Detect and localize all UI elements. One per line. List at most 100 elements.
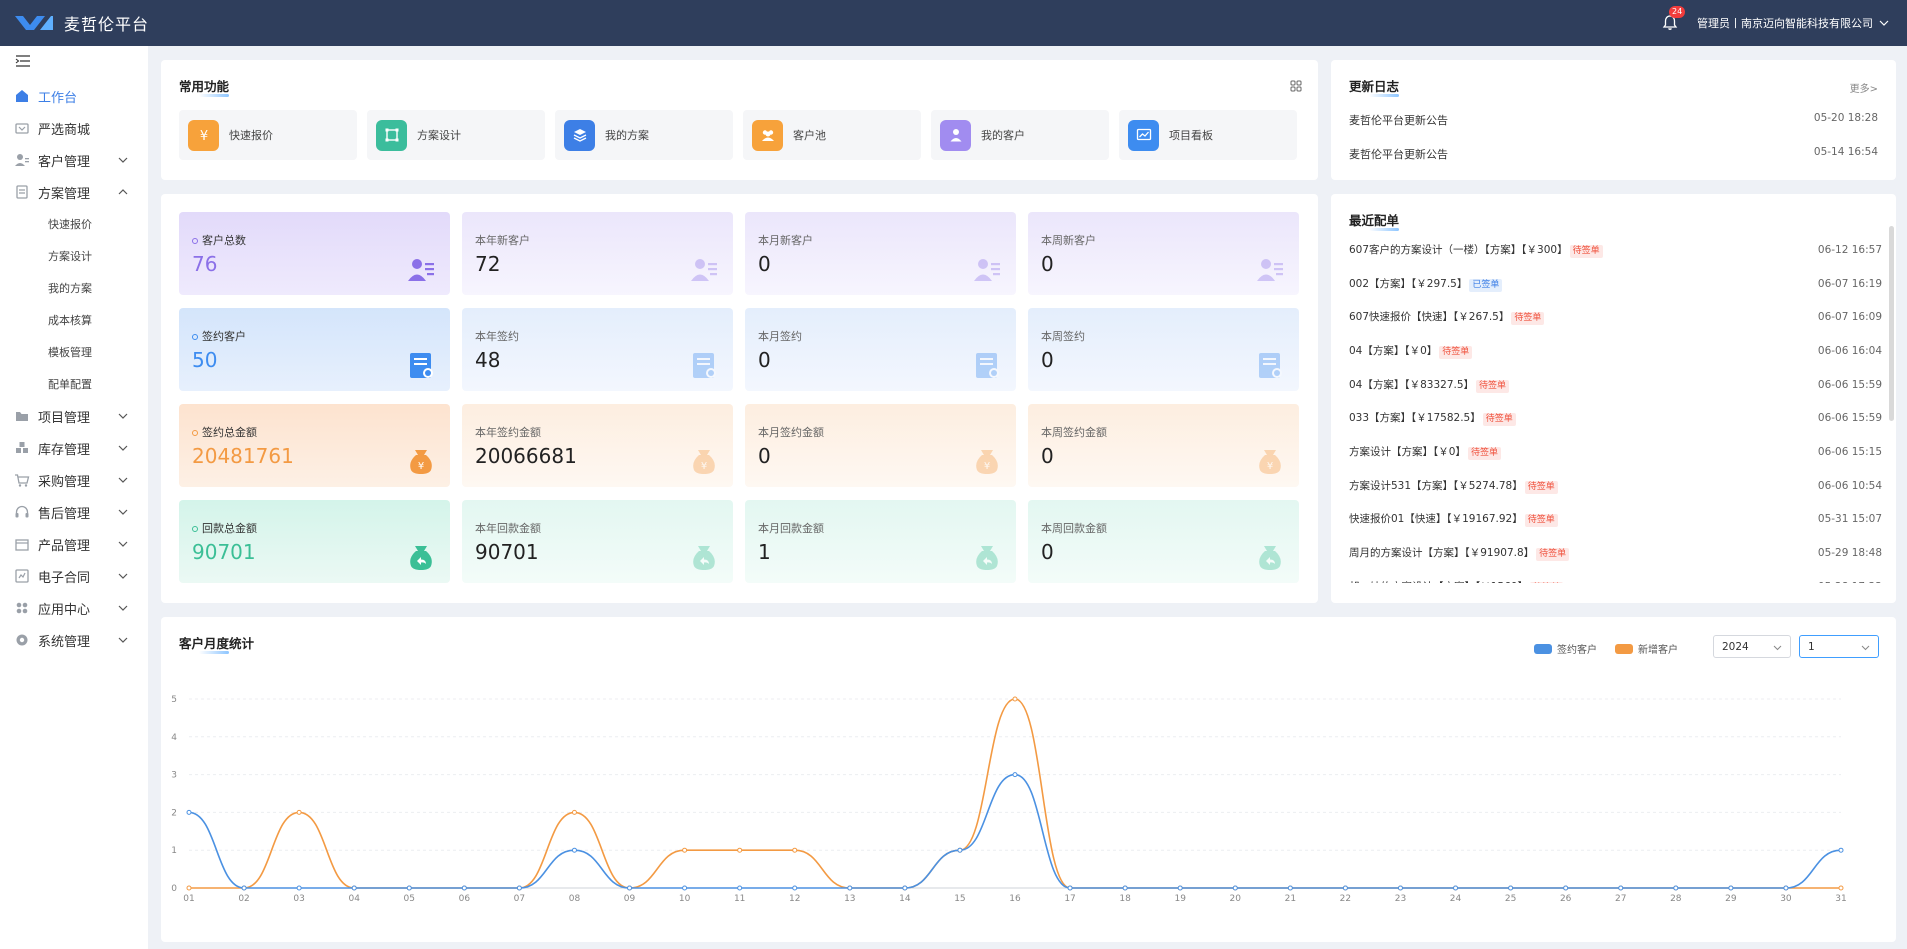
order-item[interactable]: 方案设计531【方案】【￥5274.78】 待签单 06-06 10:54	[1349, 469, 1882, 503]
sidebar-item-7[interactable]: 采购管理	[0, 464, 148, 496]
data-point[interactable]	[1838, 847, 1844, 853]
submenu-item-4[interactable]: 成本核算	[0, 304, 148, 336]
submenu-item-6[interactable]: 配单配置	[0, 368, 148, 400]
submenu-item-3[interactable]: 我的方案	[0, 272, 148, 304]
shortcut-3[interactable]: 我的方案	[555, 110, 733, 160]
data-point[interactable]	[1012, 696, 1018, 702]
stat-card[interactable]: 本年回款金额 90701	[462, 500, 733, 583]
data-point[interactable]	[1508, 885, 1514, 891]
shortcut-6[interactable]: 项目看板	[1119, 110, 1297, 160]
stat-card[interactable]: 本月回款金额 1	[745, 500, 1016, 583]
sidebar-item-12[interactable]: 系统管理	[0, 624, 148, 656]
order-item[interactable]: 002【方案】【￥297.5】 已签单 06-07 16:19	[1349, 267, 1882, 301]
stat-card[interactable]: 本年新客户 72	[462, 212, 733, 295]
data-point[interactable]	[1122, 885, 1128, 891]
data-point[interactable]	[186, 809, 192, 815]
data-point[interactable]	[461, 885, 467, 891]
submenu-item-1[interactable]: 快速报价	[0, 208, 148, 240]
sidebar-item-4[interactable]: 方案管理	[0, 176, 148, 208]
data-point[interactable]	[627, 885, 633, 891]
shortcut-2[interactable]: 方案设计	[367, 110, 545, 160]
update-log-item[interactable]: 麦哲伦平台更新公告 05-20 18:28	[1349, 112, 1878, 128]
data-point[interactable]	[847, 885, 853, 891]
data-point[interactable]	[1563, 885, 1569, 891]
data-point[interactable]	[737, 885, 743, 891]
user-menu[interactable]: 管理员丨南京迈向智能科技有限公司	[1697, 15, 1873, 31]
grid-icon[interactable]	[1290, 80, 1302, 92]
data-point[interactable]	[1673, 885, 1679, 891]
sidebar-item-5[interactable]: 项目管理	[0, 400, 148, 432]
data-point[interactable]	[1232, 885, 1238, 891]
order-item[interactable]: 033【方案】【￥17582.5】 待签单 06-06 15:59	[1349, 401, 1882, 435]
menu-collapse-icon[interactable]	[15, 54, 31, 68]
update-log-item[interactable]: 麦哲伦平台更新公告 05-14 16:54	[1349, 146, 1878, 162]
stat-card[interactable]: 本月签约金额 0 ¥	[745, 404, 1016, 487]
data-point[interactable]	[1783, 885, 1789, 891]
submenu-item-2[interactable]: 方案设计	[0, 240, 148, 272]
shortcut-1[interactable]: ¥ 快速报价	[179, 110, 357, 160]
order-item[interactable]: 快速报价01【快速】【￥19167.92】 待签单 05-31 15:07	[1349, 503, 1882, 537]
data-point[interactable]	[792, 885, 798, 891]
data-point[interactable]	[296, 809, 302, 815]
stat-card[interactable]: 签约客户 50	[179, 308, 450, 391]
data-point[interactable]	[1453, 885, 1459, 891]
stat-card[interactable]: 本周签约 0	[1028, 308, 1299, 391]
order-item[interactable]: 607快速报价【快速】【￥267.5】 待签单 06-07 16:09	[1349, 300, 1882, 334]
data-point[interactable]	[1838, 885, 1844, 891]
data-point[interactable]	[296, 885, 302, 891]
data-point[interactable]	[571, 809, 577, 815]
sidebar-item-11[interactable]: 应用中心	[0, 592, 148, 624]
stat-card[interactable]: 本周回款金额 0	[1028, 500, 1299, 583]
data-point[interactable]	[351, 885, 357, 891]
sidebar-item-9[interactable]: 产品管理	[0, 528, 148, 560]
sidebar-item-2[interactable]: 严选商城	[0, 112, 148, 144]
data-point[interactable]	[1012, 772, 1018, 778]
scrollbar[interactable]	[1889, 226, 1894, 421]
logo[interactable]: 麦哲伦平台	[14, 11, 149, 35]
sidebar-item-1[interactable]: 工作台	[0, 80, 148, 112]
order-item[interactable]: 周月的方案设计【方案】【￥91907.8】 待签单 05-29 18:48	[1349, 536, 1882, 570]
shortcut-5[interactable]: 我的客户	[931, 110, 1109, 160]
data-point[interactable]	[241, 885, 247, 891]
data-point[interactable]	[1397, 885, 1403, 891]
data-point[interactable]	[1618, 885, 1624, 891]
chevron-down-icon[interactable]	[1879, 18, 1889, 28]
stat-card[interactable]: 本周新客户 0	[1028, 212, 1299, 295]
stat-card[interactable]: 本周签约金额 0 ¥	[1028, 404, 1299, 487]
data-point[interactable]	[1067, 885, 1073, 891]
stat-card[interactable]: 本月签约 0	[745, 308, 1016, 391]
data-point[interactable]	[902, 885, 908, 891]
notification-button[interactable]: 24	[1661, 6, 1686, 32]
stat-card[interactable]: 客户总数 76	[179, 212, 450, 295]
data-point[interactable]	[516, 885, 522, 891]
stat-card[interactable]: 本月新客户 0	[745, 212, 1016, 295]
data-point[interactable]	[1287, 885, 1293, 891]
more-link[interactable]: 更多>	[1850, 80, 1878, 95]
sidebar-item-8[interactable]: 售后管理	[0, 496, 148, 528]
sidebar-item-10[interactable]: 电子合同	[0, 560, 148, 592]
shortcut-4[interactable]: 客户池	[743, 110, 921, 160]
data-point[interactable]	[1342, 885, 1348, 891]
data-point[interactable]	[957, 847, 963, 853]
data-point[interactable]	[186, 885, 192, 891]
data-point[interactable]	[682, 885, 688, 891]
data-point[interactable]	[1728, 885, 1734, 891]
stat-card[interactable]: 本年签约 48	[462, 308, 733, 391]
stat-card[interactable]: 签约总金额 20481761 ¥	[179, 404, 450, 487]
stat-card[interactable]: 本年签约金额 20066681 ¥	[462, 404, 733, 487]
data-point[interactable]	[682, 847, 688, 853]
data-point[interactable]	[571, 847, 577, 853]
submenu-item-5[interactable]: 模板管理	[0, 336, 148, 368]
order-item[interactable]: 胡一妹的方案设计【方案】【￥1560】待签单 05-28 17:22	[1349, 570, 1882, 583]
order-item[interactable]: 04【方案】【￥0】 待签单 06-06 16:04	[1349, 334, 1882, 368]
data-point[interactable]	[737, 847, 743, 853]
sidebar-item-6[interactable]: 库存管理	[0, 432, 148, 464]
order-item[interactable]: 方案设计【方案】【￥0】 待签单 06-06 15:15	[1349, 435, 1882, 469]
data-point[interactable]	[406, 885, 412, 891]
data-point[interactable]	[792, 847, 798, 853]
sidebar-item-3[interactable]: 客户管理	[0, 144, 148, 176]
order-item[interactable]: 607客户的方案设计（一楼）【方案】【￥300】 待签单 06-12 16:57	[1349, 233, 1882, 267]
data-point[interactable]	[1177, 885, 1183, 891]
order-item[interactable]: 04【方案】【￥83327.5】 待签单 06-06 15:59	[1349, 368, 1882, 402]
stat-card[interactable]: 回款总金额 90701	[179, 500, 450, 583]
